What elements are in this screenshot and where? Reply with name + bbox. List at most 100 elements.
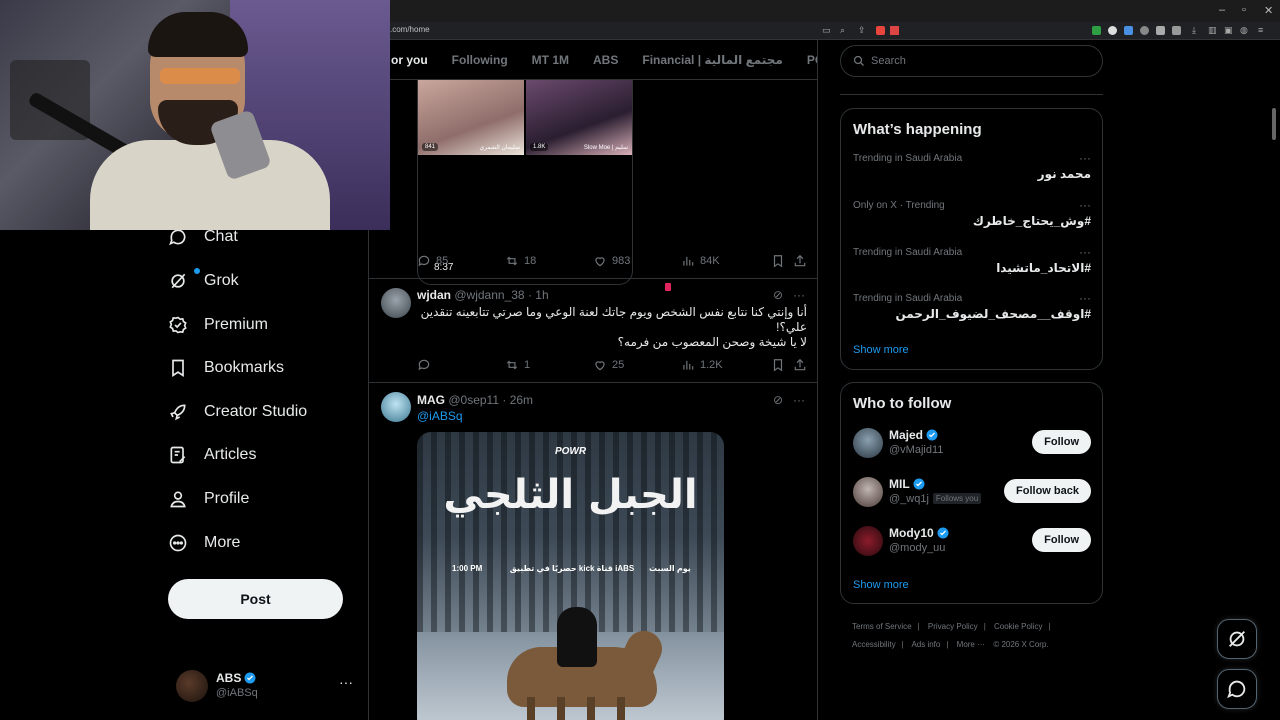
nav-bookmarks[interactable]: Bookmarks xyxy=(168,353,284,383)
share-button[interactable] xyxy=(793,254,807,268)
views-button[interactable]: 84K xyxy=(681,254,720,268)
more-dots-icon[interactable]: ··· xyxy=(1079,245,1091,259)
trend-item[interactable]: Trending in Saudi Arabia ··· محمد نور xyxy=(853,151,1091,195)
share-icon[interactable]: ⇪ xyxy=(858,25,866,36)
footer-link[interactable]: Accessibility xyxy=(852,640,896,649)
more-dots-icon[interactable]: ··· xyxy=(1079,291,1091,305)
extension-icon[interactable] xyxy=(1124,26,1133,35)
grok-icon[interactable]: ⊘ xyxy=(773,393,783,407)
show-more-link[interactable]: Show more xyxy=(853,344,909,356)
wallet-icon[interactable]: ▣ xyxy=(1224,25,1233,36)
video-thumbnail[interactable]: 841 سليمان الشمري xyxy=(418,80,524,155)
more-dots-icon[interactable]: ··· xyxy=(793,288,805,302)
nav-label: More xyxy=(204,534,241,551)
follow-back-button[interactable]: Follow back xyxy=(1004,479,1091,503)
follow-suggestion[interactable]: Majed @vMajid11 Follow xyxy=(853,426,1091,462)
tweet-actions: 1 25 1.2K xyxy=(417,358,809,378)
more-dots-icon[interactable]: ··· xyxy=(793,393,805,407)
tweet-time[interactable]: · 26m xyxy=(502,393,533,407)
avatar[interactable] xyxy=(853,526,883,556)
avatar[interactable] xyxy=(381,392,411,422)
tweet-image[interactable]: POWR الجبل الثلجي 1:00 PM iABS قناة kick… xyxy=(417,432,724,720)
vpn-icon[interactable]: ◍ xyxy=(1240,25,1248,36)
author-handle[interactable]: @0sep11 xyxy=(448,393,499,407)
tweet-time[interactable]: · 1h xyxy=(528,288,549,302)
nav-profile[interactable]: Profile xyxy=(168,484,249,514)
footer-link[interactable]: Ads info xyxy=(911,640,940,649)
close-window-button[interactable]: ✕ xyxy=(1264,4,1273,17)
heart-icon xyxy=(595,361,605,371)
mention-link[interactable]: @iABSq xyxy=(417,409,463,423)
follow-suggestion[interactable]: MIL @_wq1j Follows you Follow back xyxy=(853,475,1091,511)
avatar[interactable] xyxy=(853,477,883,507)
tab-abs[interactable]: ABS xyxy=(593,53,618,67)
page-scrollbar[interactable] xyxy=(1272,108,1276,140)
nav-premium[interactable]: Premium xyxy=(168,310,268,340)
maximize-button[interactable]: ▫ xyxy=(1242,4,1246,16)
more-dots-icon[interactable]: ··· xyxy=(1079,151,1091,165)
avatar[interactable] xyxy=(853,428,883,458)
follow-suggestion[interactable]: Mody10 @mody_uu Follow xyxy=(853,524,1091,560)
account-switcher[interactable]: ABS @iABSq ··· xyxy=(176,668,356,708)
reply-button[interactable] xyxy=(417,358,436,372)
extension-icon[interactable] xyxy=(1092,26,1101,35)
follow-button[interactable]: Follow xyxy=(1032,528,1091,552)
reply-icon xyxy=(418,255,430,267)
extension-icon[interactable] xyxy=(1108,26,1117,35)
show-more-link[interactable]: Show more xyxy=(853,579,909,591)
post-button[interactable]: Post xyxy=(168,579,343,619)
messages-fab-button[interactable] xyxy=(1217,669,1257,709)
more-dots-icon[interactable]: ··· xyxy=(339,674,353,690)
share-button[interactable] xyxy=(793,358,807,372)
extension-icon[interactable] xyxy=(1140,26,1149,35)
bookmark-button[interactable] xyxy=(771,358,785,372)
footer-link[interactable]: Cookie Policy xyxy=(994,622,1042,631)
footer-link[interactable]: Terms of Service xyxy=(852,622,912,631)
rewards-icon[interactable] xyxy=(890,26,899,35)
brave-shield-icon[interactable] xyxy=(876,26,885,35)
trend-item[interactable]: Only on X · Trending ··· #وش_يحتاج_خاطرك xyxy=(853,198,1091,242)
tab-for-you[interactable]: or you xyxy=(391,53,428,67)
repost-button[interactable]: 18 xyxy=(505,254,536,268)
minimize-button[interactable]: – xyxy=(1219,4,1225,16)
tab-financial[interactable]: Financial | مجتمع المالية xyxy=(642,53,782,67)
search-box[interactable] xyxy=(840,45,1103,77)
repost-button[interactable]: 1 xyxy=(505,358,530,372)
nav-more[interactable]: More xyxy=(168,528,240,558)
tab-following[interactable]: Following xyxy=(452,53,508,67)
menu-icon[interactable]: ≡ xyxy=(1258,25,1263,35)
nav-articles[interactable]: Articles xyxy=(168,440,256,470)
nav-creator-studio[interactable]: Creator Studio xyxy=(168,397,307,427)
grok-icon[interactable]: ⊘ xyxy=(773,288,783,302)
video-thumbnail[interactable]: 1.8K Slow Moe | سليم xyxy=(526,80,632,155)
extension-icon[interactable] xyxy=(1156,26,1165,35)
views-button[interactable]: 1.2K xyxy=(681,358,723,372)
zoom-icon[interactable]: ⌕ xyxy=(840,25,845,36)
avatar[interactable] xyxy=(381,288,411,318)
nav-grok[interactable]: Grok xyxy=(168,266,239,296)
bookmark-button[interactable] xyxy=(771,254,785,268)
like-button[interactable]: 25 xyxy=(593,358,624,372)
puzzle-icon[interactable] xyxy=(1172,26,1181,35)
follow-button[interactable]: Follow xyxy=(1032,430,1091,454)
sidebar-icon[interactable]: ▥ xyxy=(1208,25,1217,36)
tab-powr[interactable]: POWR | ور xyxy=(807,53,817,67)
grok-fab-button[interactable] xyxy=(1217,619,1257,659)
footer-link[interactable]: More ··· xyxy=(957,640,985,649)
like-button[interactable]: 983 xyxy=(593,254,630,268)
trend-item[interactable]: Trending in Saudi Arabia ··· #الاتحاد_ما… xyxy=(853,245,1091,289)
reply-button[interactable]: 85 xyxy=(417,254,448,268)
author-handle[interactable]: @wjdann_38 xyxy=(454,288,524,302)
author-name[interactable]: MAG xyxy=(417,393,445,407)
streamer-name: Slow Moe | سليم xyxy=(583,145,628,151)
download-icon[interactable]: ⤓ xyxy=(1192,25,1196,36)
avatar xyxy=(176,670,208,702)
url-text[interactable]: .com/home xyxy=(390,25,430,34)
search-input[interactable] xyxy=(871,55,1091,67)
more-dots-icon[interactable]: ··· xyxy=(1079,198,1091,212)
tab-mt[interactable]: MT 1M xyxy=(532,53,569,67)
footer-link[interactable]: Privacy Policy xyxy=(928,622,978,631)
trend-item[interactable]: Trending in Saudi Arabia ··· #اوقف__مصحف… xyxy=(853,291,1091,335)
author-name[interactable]: wjdan xyxy=(417,288,451,302)
screen-icon[interactable]: ▭ xyxy=(822,25,831,36)
